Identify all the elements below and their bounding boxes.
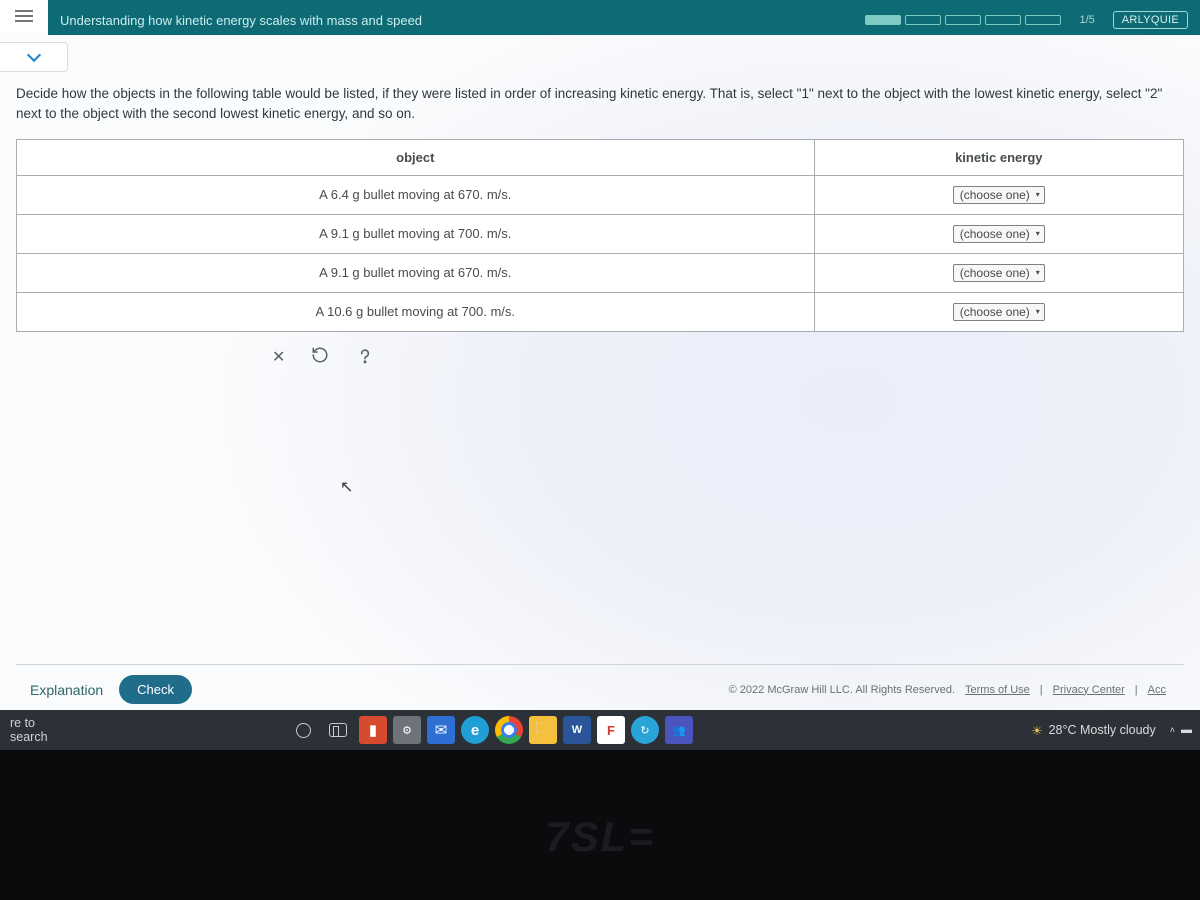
word-icon[interactable]: W — [563, 716, 591, 744]
teams-icon[interactable]: 👥 — [665, 716, 693, 744]
chevron-down-icon: ▾ — [1036, 307, 1040, 316]
privacy-link[interactable]: Privacy Center — [1053, 684, 1125, 696]
weather-text: 28°C Mostly cloudy — [1049, 723, 1156, 737]
copyright-text: © 2022 McGraw Hill LLC. All Rights Reser… — [729, 684, 955, 696]
task-view-icon[interactable] — [329, 723, 347, 737]
user-badge[interactable]: ARLYQUIE — [1113, 11, 1188, 29]
cursor-icon: ↖ — [340, 477, 353, 497]
help-button[interactable] — [355, 346, 375, 366]
check-button[interactable]: Check — [119, 675, 192, 704]
kinetic-energy-table: object kinetic energy A 6.4 g bullet mov… — [16, 139, 1184, 332]
tray-chevron-icon[interactable]: ˄ — [1170, 725, 1175, 735]
clear-button[interactable]: ✕ — [272, 347, 285, 367]
rank-dropdown[interactable]: (choose one)▾ — [953, 186, 1045, 204]
table-row: A 9.1 g bullet moving at 700. m/s. (choo… — [17, 214, 1184, 253]
question-prompt: Decide how the objects in the following … — [16, 84, 1184, 125]
cortana-icon[interactable] — [296, 723, 311, 738]
accessibility-link[interactable]: Acc — [1148, 684, 1166, 696]
weather-icon: ☀ — [1031, 723, 1042, 738]
chevron-down-icon: ▾ — [1036, 190, 1040, 199]
progress-indicator — [865, 15, 1061, 25]
edge-icon[interactable]: e — [461, 716, 489, 744]
faint-logo: 7SL= — [545, 813, 655, 861]
monitor-bezel: 7SL= — [0, 750, 1200, 900]
progress-box — [985, 15, 1021, 25]
progress-box — [1025, 15, 1061, 25]
system-icon[interactable]: ↻ — [631, 716, 659, 744]
chevron-down-icon — [26, 48, 40, 62]
terms-link[interactable]: Terms of Use — [965, 684, 1030, 696]
rank-dropdown[interactable]: (choose one)▾ — [953, 303, 1045, 321]
windows-taskbar: re to search ▮ ⚙ ✉ e 🗀 W F ↻ 👥 ☀ 28°C Mo… — [0, 710, 1200, 750]
settings-icon[interactable]: ⚙ — [393, 716, 421, 744]
store-icon[interactable]: ▮ — [359, 716, 387, 744]
col-object-header: object — [17, 139, 815, 175]
progress-count: 1/5 — [1079, 14, 1094, 26]
chrome-icon[interactable] — [495, 716, 523, 744]
app-f-icon[interactable]: F — [597, 716, 625, 744]
page-title: Understanding how kinetic energy scales … — [60, 13, 422, 28]
object-cell: A 9.1 g bullet moving at 670. m/s. — [17, 253, 815, 292]
table-row: A 10.6 g bullet moving at 700. m/s. (cho… — [17, 292, 1184, 331]
rank-dropdown[interactable]: (choose one)▾ — [953, 225, 1045, 243]
object-cell: A 10.6 g bullet moving at 700. m/s. — [17, 292, 815, 331]
undo-icon — [311, 346, 329, 364]
battery-icon[interactable]: ▬ — [1181, 724, 1192, 736]
hamburger-button[interactable] — [0, 0, 48, 32]
progress-box — [945, 15, 981, 25]
mail-icon[interactable]: ✉ — [427, 716, 455, 744]
question-icon — [355, 346, 375, 366]
table-row: A 9.1 g bullet moving at 670. m/s. (choo… — [17, 253, 1184, 292]
progress-box — [865, 15, 901, 25]
object-cell: A 9.1 g bullet moving at 700. m/s. — [17, 214, 815, 253]
hamburger-icon — [15, 15, 33, 17]
system-tray[interactable]: ˄ ▬ — [1170, 724, 1192, 736]
rank-dropdown[interactable]: (choose one)▾ — [953, 264, 1045, 282]
taskbar-search[interactable]: re to search — [0, 716, 70, 744]
copyright-bar: © 2022 McGraw Hill LLC. All Rights Reser… — [729, 684, 1170, 696]
col-ke-header: kinetic energy — [814, 139, 1183, 175]
chevron-down-icon: ▾ — [1036, 229, 1040, 238]
file-explorer-icon[interactable]: 🗀 — [529, 716, 557, 744]
table-row: A 6.4 g bullet moving at 670. m/s. (choo… — [17, 175, 1184, 214]
reset-button[interactable] — [311, 346, 329, 366]
object-cell: A 6.4 g bullet moving at 670. m/s. — [17, 175, 815, 214]
weather-widget[interactable]: ☀ 28°C Mostly cloudy — [1031, 723, 1155, 738]
collapse-panel-button[interactable] — [0, 42, 68, 72]
progress-box — [905, 15, 941, 25]
explanation-button[interactable]: Explanation — [30, 682, 103, 698]
chevron-down-icon: ▾ — [1036, 268, 1040, 277]
